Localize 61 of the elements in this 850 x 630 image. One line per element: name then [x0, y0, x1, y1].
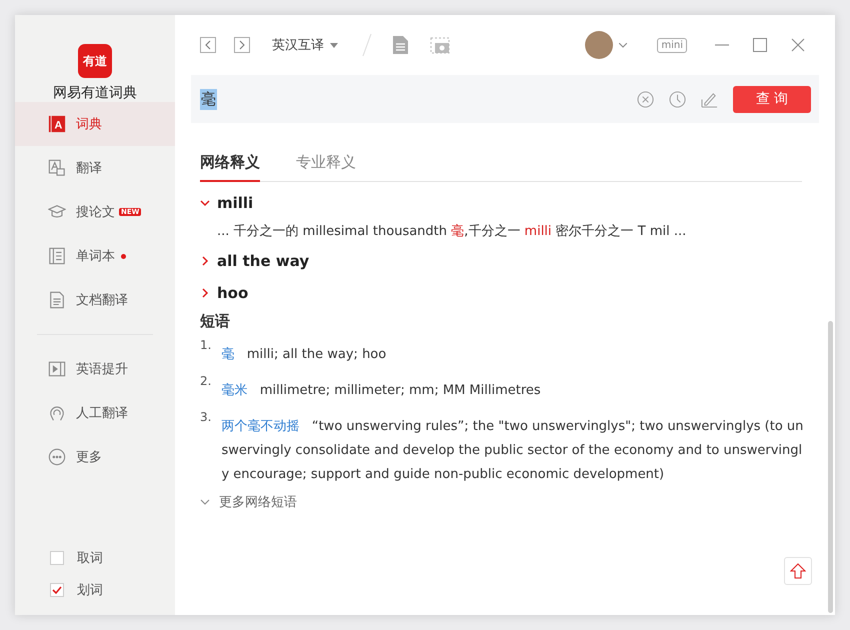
tab[interactable]: 网络释义	[200, 149, 260, 182]
caret-icon	[330, 42, 338, 48]
phrase-link[interactable]: 两个毫不动摇	[221, 419, 300, 434]
sidebar-item[interactable]: 英语提升	[15, 347, 175, 391]
scroll-top-button[interactable]	[784, 557, 812, 585]
document-icon	[48, 291, 66, 309]
document-icon[interactable]	[392, 36, 408, 54]
phrase-link[interactable]: 毫米	[221, 383, 248, 398]
checkbox[interactable]	[50, 583, 64, 597]
caret-icon[interactable]	[619, 42, 628, 48]
phrase-text: 两个毫不动摇 “two unswerving rules”; the "two unswervinglys"; two unswervinglys (to unswervingly consolidate and develop the public sector of the economy and to unswervingly encourage; support and guide non-public economic development)	[221, 418, 804, 484]
phrase-link[interactable]: 毫	[221, 347, 234, 362]
more-icon	[48, 448, 66, 466]
chevron-right-icon	[200, 256, 210, 266]
entry-toggle[interactable]: hoo	[200, 282, 248, 304]
headset-icon	[48, 404, 66, 422]
mini-mode-button[interactable]: mini	[657, 38, 687, 52]
chevron-left-icon	[204, 40, 212, 50]
sidebar-item[interactable]: 更多	[15, 435, 175, 479]
more-phrases-link[interactable]: 更多网络短语	[200, 493, 297, 511]
definition-text: ... 千分之一的 millesimal thousandth 毫,千分之一 milli 密尔千分之一 T mil ...	[217, 223, 688, 240]
entry-toggle[interactable]: milli	[200, 192, 254, 214]
list-number: 2.	[200, 374, 212, 390]
phrase-text: 毫 milli; all the way; hoo	[221, 346, 388, 364]
avatar[interactable]	[585, 31, 614, 59]
chevron-right-icon	[238, 40, 246, 50]
sidebar-item[interactable]: 人工翻译	[15, 391, 175, 435]
arrow-up-icon	[790, 563, 806, 579]
play-icon	[48, 360, 66, 378]
maximize-icon[interactable]	[753, 38, 767, 52]
phrase-text: 毫米 millimetre; millimeter; mm; MM Millimetres	[221, 382, 542, 400]
search-button[interactable]: 查 询	[733, 86, 811, 112]
chevron-down-icon	[200, 499, 210, 505]
sidebar-item[interactable]: 单词本	[15, 234, 175, 278]
sidebar-checkbox[interactable]: 划词	[15, 581, 175, 599]
search-field[interactable]: 毫	[200, 88, 217, 110]
sidebar-checkbox[interactable]: 取词	[15, 549, 175, 567]
checkbox[interactable]	[50, 551, 64, 565]
chevron-right-icon	[200, 288, 210, 298]
screenshot-icon[interactable]	[430, 36, 450, 54]
list-number: 3.	[200, 410, 212, 426]
translate-icon	[48, 159, 66, 177]
sidebar-item[interactable]: A 词典	[15, 102, 175, 146]
list-number: 1.	[200, 338, 212, 354]
clear-icon[interactable]	[637, 90, 654, 108]
sidebar-item[interactable]: 翻译	[15, 146, 175, 190]
forward-button[interactable]	[234, 37, 250, 53]
chevron-down-icon	[200, 198, 210, 208]
close-icon[interactable]	[791, 38, 805, 52]
section-heading: 短语	[200, 312, 231, 331]
sidebar-item[interactable]: 文档翻译	[15, 278, 175, 322]
notebook-icon	[48, 247, 66, 265]
tab[interactable]: 专业释义	[296, 149, 356, 182]
separator-icon	[362, 33, 372, 57]
entry-toggle[interactable]: all the way	[200, 250, 310, 272]
app-logo: 有道	[78, 44, 112, 78]
language-dropdown[interactable]: 英汉互译	[268, 36, 342, 54]
pen-icon[interactable]	[701, 90, 718, 108]
back-button[interactable]	[200, 37, 216, 53]
app-name: 网易有道词典	[52, 84, 138, 102]
history-icon[interactable]	[669, 90, 686, 108]
